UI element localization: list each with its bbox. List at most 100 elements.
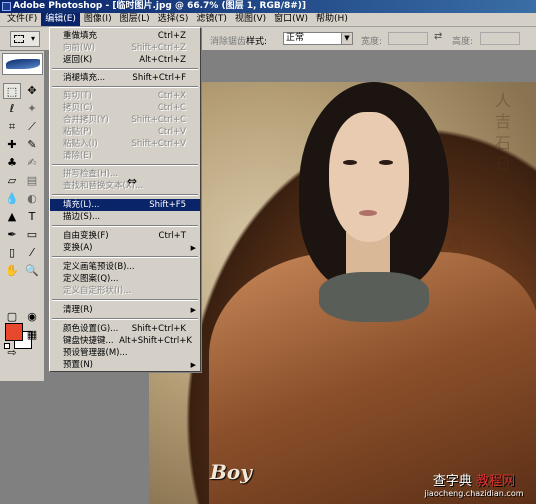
menu-separator (52, 194, 198, 196)
notes-tool-icon[interactable]: ▯ (3, 245, 21, 261)
style-value: 正常 (286, 33, 305, 43)
width-input[interactable] (388, 32, 428, 45)
calligraphy-decoration: 人 吉 石 日 (492, 92, 511, 172)
anti-alias-label: 消除锯齿 (210, 37, 247, 47)
menu-item-keyboard-shortcuts[interactable]: 键盘快捷键... Alt+Shift+Ctrl+K (50, 335, 200, 347)
document-image[interactable]: 不 善 書 人 吉 石 日 井 壽 設 查字典 教程网 jiaocheng.ch… (149, 82, 536, 504)
marquee-icon (14, 35, 24, 43)
history-brush-icon[interactable]: ✍ (23, 155, 41, 171)
style-label: 样式: (246, 37, 268, 47)
lasso-tool-icon[interactable]: ℓ (3, 101, 21, 117)
width-label: 宽度: (361, 37, 383, 47)
menu-item-redo-fill[interactable]: 重做填充 Ctrl+Z (50, 30, 200, 42)
height-input[interactable] (480, 32, 520, 45)
menu-separator (52, 164, 198, 166)
clone-stamp-icon[interactable]: ♣ (3, 155, 21, 171)
site-watermark: 查字典 教程网 jiaocheng.chazidian.com (414, 470, 534, 502)
blur-tool-icon[interactable]: 💧 (3, 191, 21, 207)
height-label: 高度: (452, 37, 474, 47)
menu-separator (52, 68, 198, 70)
foreground-color-swatch[interactable] (5, 323, 23, 341)
menu-separator (52, 256, 198, 258)
eye-right (379, 160, 393, 165)
shape-tool-icon[interactable]: ▭ (23, 227, 41, 243)
menu-select[interactable]: 选择(S) (154, 13, 193, 26)
move-tool-icon[interactable]: ✥ (23, 83, 41, 99)
menu-help[interactable]: 帮助(H) (312, 13, 352, 26)
menu-image[interactable]: 图像(I) (80, 13, 116, 26)
fullscreen-mode-icon[interactable]: ▦ (23, 327, 41, 343)
menu-view[interactable]: 视图(V) (231, 13, 270, 26)
lips (359, 210, 377, 216)
menu-item-step-backward[interactable]: 返回(K) Alt+Ctrl+Z (50, 54, 200, 66)
menu-item-clear[interactable]: 清除(E) (50, 150, 200, 162)
menu-separator (52, 299, 198, 301)
menu-separator (52, 86, 198, 88)
menu-item-preset-manager[interactable]: 预设管理器(M)... (50, 347, 200, 359)
gradient-tool-icon[interactable]: ▤ (23, 173, 41, 189)
dodge-tool-icon[interactable]: ◐ (23, 191, 41, 207)
toolbox-header[interactable] (2, 53, 43, 75)
cursor-icon: ⇔ (127, 174, 138, 188)
dropdown-arrow-icon: ▾ (31, 34, 36, 43)
menu-item-define-brush[interactable]: 定义画笔预设(B)... (50, 261, 200, 273)
hand-tool-icon[interactable]: ✋ (3, 263, 21, 279)
style-select[interactable]: 正常 ▼ (283, 32, 353, 45)
swap-icon[interactable]: ⇄ (434, 31, 442, 42)
eraser-tool-icon[interactable]: ▱ (3, 173, 21, 189)
image-logo: Boy (210, 460, 252, 484)
menu-item-copy-merged[interactable]: 合并拷贝(Y) Shift+Ctrl+C (50, 114, 200, 126)
zoom-tool-icon[interactable]: 🔍 (23, 263, 41, 279)
menu-item-preferences[interactable]: 预置(N) ▶ (50, 359, 200, 371)
menu-filter[interactable]: 滤镜(T) (192, 13, 231, 26)
healing-brush-icon[interactable]: ✚ (3, 137, 21, 153)
window-title: Adobe Photoshop - [临时图片.jpg @ 66.7% (图层 … (13, 1, 307, 11)
jump-to-imageready-icon[interactable]: ⇨ (3, 345, 21, 361)
submenu-arrow-icon: ▶ (190, 306, 196, 314)
menu-separator (52, 318, 198, 320)
marquee-tool-icon[interactable]: ⬚ (3, 83, 21, 99)
chevron-down-icon: ▼ (341, 33, 352, 44)
eyedropper-icon[interactable]: ⁄ (23, 245, 41, 261)
menu-item-define-pattern[interactable]: 定义图案(Q)... (50, 273, 200, 285)
menu-item-color-settings[interactable]: 颜色设置(G)... Shift+Ctrl+K (50, 323, 200, 335)
menu-item-fill[interactable]: 填充(L)... Shift+F5 (50, 199, 200, 211)
watermark-brand-a: 查字典 (432, 474, 472, 489)
menu-item-step-forward[interactable]: 向前(W) Shift+Ctrl+Z (50, 42, 200, 54)
menu-item-paste-into[interactable]: 粘贴入(I) Shift+Ctrl+V (50, 138, 200, 150)
menu-item-stroke[interactable]: 描边(S)... (50, 211, 200, 223)
submenu-arrow-icon: ▶ (190, 361, 196, 369)
eye-left (343, 160, 357, 165)
menu-edit[interactable]: 编辑(E) (41, 13, 80, 26)
menu-item-cut[interactable]: 剪切(T) Ctrl+X (50, 90, 200, 102)
crop-tool-icon[interactable]: ⌗ (3, 119, 21, 135)
menu-item-transform[interactable]: 变换(A) ▶ (50, 242, 200, 254)
menu-item-define-custom-shape[interactable]: 定义自定形状(I)... (50, 285, 200, 297)
photoshop-app-icon (2, 2, 11, 11)
menu-item-free-transform[interactable]: 自由变换(F) Ctrl+T (50, 230, 200, 242)
submenu-arrow-icon: ▶ (190, 244, 196, 252)
path-selection-icon[interactable]: ▲ (3, 209, 21, 225)
menu-item-spell-check[interactable]: 拼写检查(H)... (50, 168, 200, 180)
magic-wand-icon[interactable]: ✦ (23, 101, 41, 117)
quick-mask-icon[interactable]: ◉ (23, 309, 41, 325)
menu-item-fade-fill[interactable]: 消褪填充... Shift+Ctrl+F (50, 72, 200, 84)
adobe-feather-icon (6, 59, 40, 69)
menu-window[interactable]: 窗口(W) (270, 13, 312, 26)
brush-tool-icon[interactable]: ✎ (23, 137, 41, 153)
menu-file[interactable]: 文件(F) (3, 13, 41, 26)
menu-item-copy[interactable]: 拷贝(C) Ctrl+C (50, 102, 200, 114)
menu-item-paste[interactable]: 粘贴(P) Ctrl+V (50, 126, 200, 138)
menu-item-find-replace[interactable]: 查找和替换文本(X)... (50, 180, 200, 192)
edit-menu-dropdown: 重做填充 Ctrl+Z 向前(W) Shift+Ctrl+Z 返回(K) Alt+Ct… (49, 27, 201, 372)
watermark-url: jiaocheng.chazidian.com (424, 489, 524, 498)
tool-preset-picker[interactable]: ▾ (10, 31, 40, 47)
type-tool-icon[interactable]: T (23, 209, 41, 225)
menu-layer[interactable]: 图层(L) (116, 13, 154, 26)
slice-tool-icon[interactable]: ⟋ (23, 119, 41, 135)
menu-item-purge[interactable]: 清理(R) ▶ (50, 304, 200, 316)
face-shape (329, 112, 409, 242)
pen-tool-icon[interactable]: ✒ (3, 227, 21, 243)
watermark-brand-b: 教程网 (476, 474, 516, 489)
menu-separator (52, 225, 198, 227)
